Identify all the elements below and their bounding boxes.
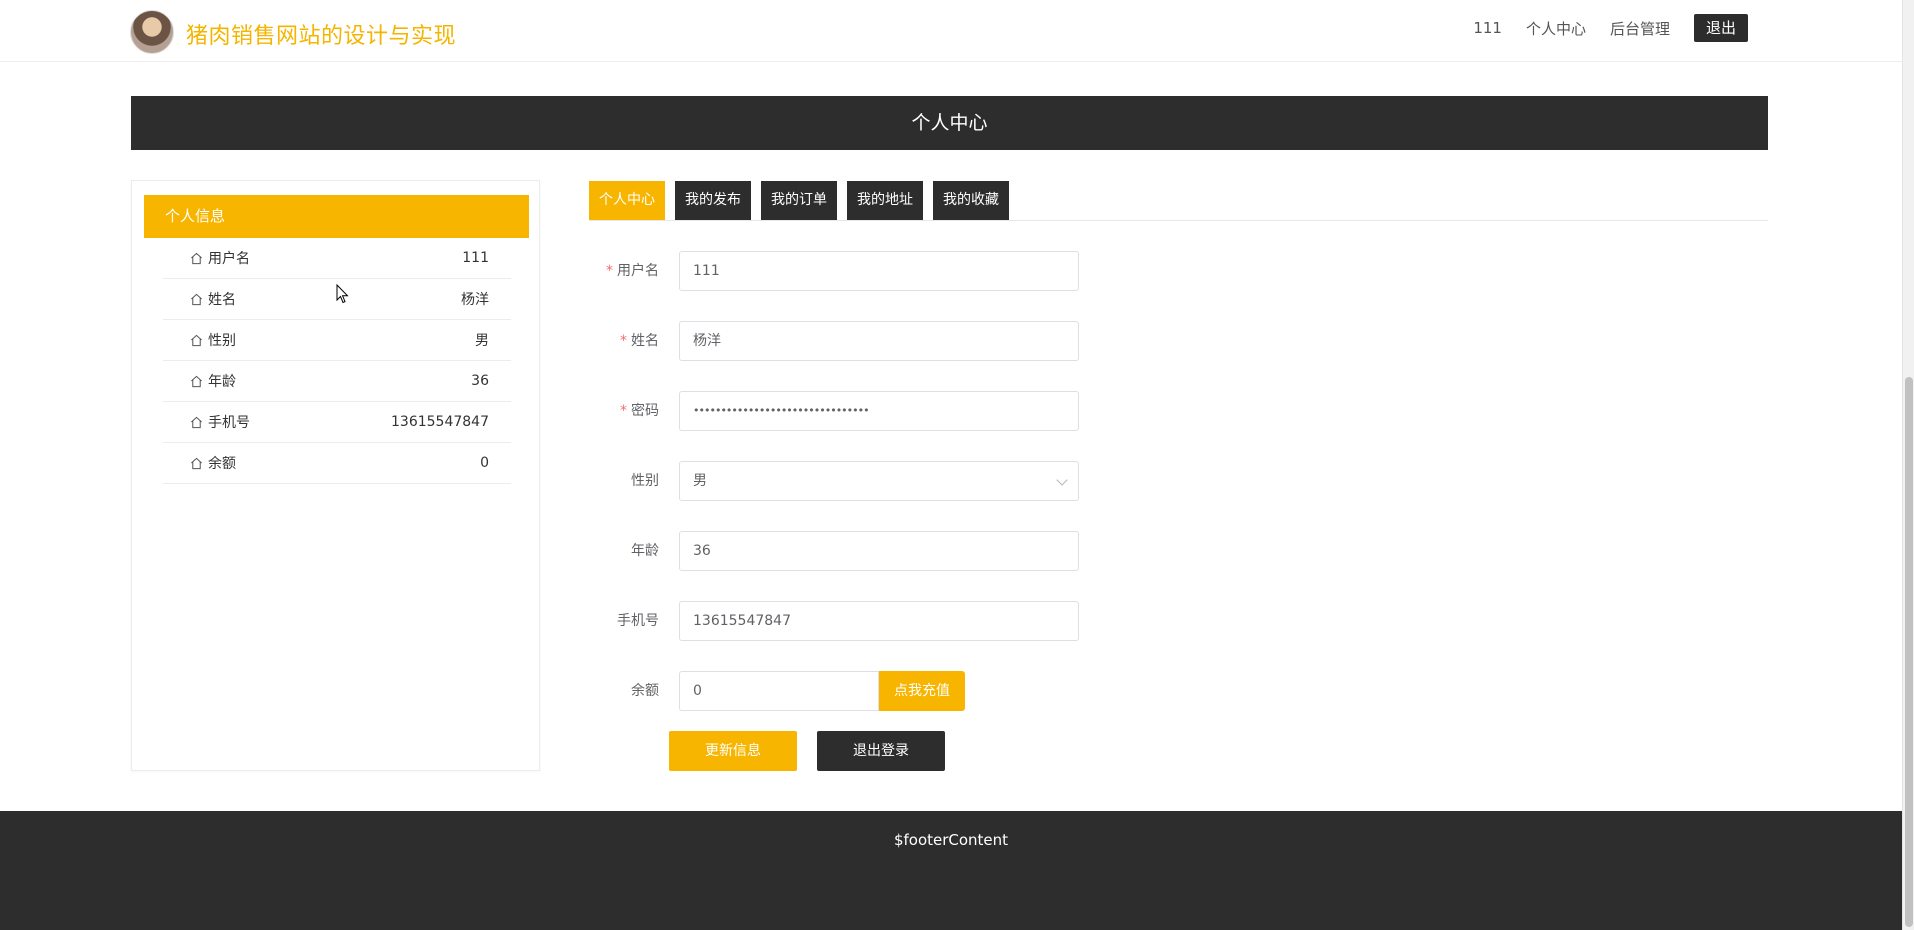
- scrollbar-thumb[interactable]: [1905, 377, 1913, 927]
- tab-my-address[interactable]: 我的地址: [847, 181, 923, 220]
- footer: $footerContent: [0, 811, 1902, 930]
- form-row-gender: 性别 男: [589, 461, 1079, 501]
- info-list: 用户名 111 姓名 杨洋 性别 男 年龄 36 手机号 13615547847…: [163, 238, 511, 484]
- home-icon: [191, 375, 202, 387]
- recharge-button[interactable]: 点我充值: [879, 671, 965, 711]
- update-info-button[interactable]: 更新信息: [669, 731, 797, 771]
- info-panel: 个人信息 用户名 111 姓名 杨洋 性别 男 年龄 36 手机号 136155…: [131, 180, 540, 771]
- form-row-age: 年龄 36: [589, 531, 1079, 571]
- center-tabs: 个人中心 我的发布 我的订单 我的地址 我的收藏: [589, 181, 1009, 220]
- tab-divider: [589, 220, 1768, 221]
- gender-select[interactable]: 男: [679, 461, 1079, 501]
- info-value: 男: [475, 333, 489, 349]
- form-row-name: * 姓名 杨洋: [589, 321, 1079, 361]
- logout-button[interactable]: 退出登录: [817, 731, 945, 771]
- age-input[interactable]: 36: [679, 531, 1079, 571]
- form-row-password: * 密码 ••••••••••••••••••••••••••••••••: [589, 391, 1079, 431]
- form-row-balance: 余额 0 点我充值: [589, 671, 1079, 711]
- tab-my-orders[interactable]: 我的订单: [761, 181, 837, 220]
- home-icon: [191, 457, 202, 469]
- home-icon: [191, 293, 202, 305]
- info-label: 手机号: [208, 415, 250, 431]
- top-nav: 111 个人中心 后台管理 退出: [1473, 14, 1748, 42]
- info-label: 年龄: [208, 374, 236, 390]
- home-icon: [191, 334, 202, 346]
- info-row-username: 用户名 111: [163, 238, 511, 279]
- nav-admin[interactable]: 后台管理: [1610, 18, 1670, 39]
- info-value: 0: [480, 455, 489, 471]
- info-value: 13615547847: [391, 414, 489, 430]
- gender-selected-value: 男: [693, 473, 707, 489]
- top-header: 猪肉销售网站的设计与实现 111 个人中心 后台管理 退出: [0, 0, 1902, 62]
- label-text: 姓名: [631, 333, 659, 349]
- info-label: 余额: [208, 456, 236, 472]
- label-text: 用户名: [617, 263, 659, 279]
- form-row-phone: 手机号 13615547847: [589, 601, 1079, 641]
- info-panel-title: 个人信息: [144, 195, 529, 238]
- info-row-balance: 余额 0: [163, 443, 511, 484]
- balance-label: 余额: [631, 683, 659, 699]
- page-banner: 个人中心: [131, 96, 1768, 150]
- footer-content: $footerContent: [893, 831, 1009, 849]
- info-value: 杨洋: [461, 292, 489, 308]
- nav-username[interactable]: 111: [1473, 19, 1502, 37]
- info-label: 性别: [208, 333, 236, 349]
- tab-my-posts[interactable]: 我的发布: [675, 181, 751, 220]
- phone-label: 手机号: [617, 613, 659, 629]
- info-label: 用户名: [208, 251, 250, 267]
- nav-profile[interactable]: 个人中心: [1526, 18, 1586, 39]
- info-label: 姓名: [208, 292, 236, 308]
- username-label: * 用户名: [606, 251, 659, 291]
- label-text: 密码: [631, 403, 659, 419]
- name-input[interactable]: 杨洋: [679, 321, 1079, 361]
- required-mark: *: [620, 403, 627, 419]
- info-row-phone: 手机号 13615547847: [163, 402, 511, 443]
- info-value: 111: [462, 250, 489, 266]
- avatar: [130, 10, 174, 54]
- chevron-down-icon: [1056, 474, 1068, 486]
- password-label: * 密码: [620, 391, 659, 431]
- tab-profile[interactable]: 个人中心: [589, 181, 665, 220]
- username-input[interactable]: 111: [679, 251, 1079, 291]
- tab-my-favorites[interactable]: 我的收藏: [933, 181, 1009, 220]
- gender-label: 性别: [631, 473, 659, 489]
- logout-top-button[interactable]: 退出: [1693, 14, 1748, 42]
- password-input[interactable]: ••••••••••••••••••••••••••••••••: [679, 391, 1079, 431]
- site-title: 猪肉销售网站的设计与实现: [186, 24, 457, 49]
- age-label: 年龄: [631, 543, 659, 559]
- name-label: * 姓名: [620, 321, 659, 361]
- home-icon: [191, 416, 202, 428]
- required-mark: *: [620, 333, 627, 349]
- phone-input[interactable]: 13615547847: [679, 601, 1079, 641]
- home-icon: [191, 252, 202, 264]
- info-value: 36: [471, 373, 489, 389]
- info-row-gender: 性别 男: [163, 320, 511, 361]
- mouse-cursor-icon: [336, 284, 349, 304]
- form-row-username: * 用户名 111: [589, 251, 1079, 291]
- page-scrollbar[interactable]: [1902, 0, 1914, 930]
- required-mark: *: [606, 263, 613, 279]
- balance-input[interactable]: 0: [679, 671, 879, 711]
- info-row-age: 年龄 36: [163, 361, 511, 402]
